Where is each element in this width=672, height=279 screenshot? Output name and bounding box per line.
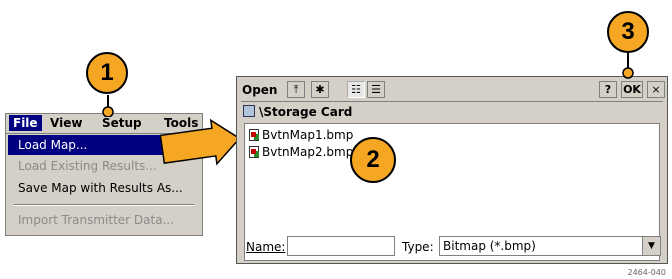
up-folder-icon[interactable]: ⤒ [287, 81, 305, 98]
ok-button[interactable]: OK [621, 81, 643, 98]
menu-item-save-map-results[interactable]: Save Map with Results As... [8, 178, 200, 198]
list-item[interactable]: BvtnMap2.bmp [249, 144, 353, 160]
new-folder-icon[interactable]: ✱ [311, 81, 329, 98]
close-button[interactable]: × [647, 81, 665, 98]
name-label: Name: [246, 240, 286, 254]
current-path: \Storage Card [259, 105, 353, 119]
type-select-value: Bitmap (*.bmp) [443, 239, 536, 253]
callout-1: 1 [86, 52, 128, 94]
menu-view[interactable]: View [50, 116, 82, 130]
callout-3-pointer [622, 52, 634, 79]
type-label: Type: [402, 240, 434, 254]
callout-1-pointer [102, 95, 114, 117]
toolbar-divider [241, 101, 663, 102]
menu-item-import-transmitter: Import Transmitter Data... [18, 213, 175, 227]
bitmap-file-icon [249, 146, 259, 158]
help-button[interactable]: ? [599, 81, 617, 98]
arrow-icon [160, 118, 241, 166]
menu-file[interactable]: File [9, 115, 42, 131]
chevron-down-icon[interactable]: ▼ [642, 237, 660, 255]
menu-setup[interactable]: Setup [102, 116, 142, 130]
details-view-icon[interactable]: ☰ [367, 81, 385, 98]
search-folder-icon [243, 105, 255, 117]
callout-2: 2 [350, 137, 396, 183]
bitmap-file-icon [249, 129, 259, 141]
type-select[interactable]: Bitmap (*.bmp) ▼ [439, 236, 661, 256]
list-view-icon[interactable]: ☷ [347, 81, 365, 98]
name-field[interactable] [287, 236, 395, 256]
menu-separator [14, 204, 194, 206]
figure-code: 2464-040 [627, 268, 666, 277]
file-name: BvtnMap2.bmp [262, 145, 354, 159]
callout-3: 3 [607, 11, 649, 53]
list-item[interactable]: BvtnMap1.bmp [249, 127, 353, 143]
file-name: BvtnMap1.bmp [262, 128, 354, 142]
dialog-title: Open [242, 83, 278, 97]
